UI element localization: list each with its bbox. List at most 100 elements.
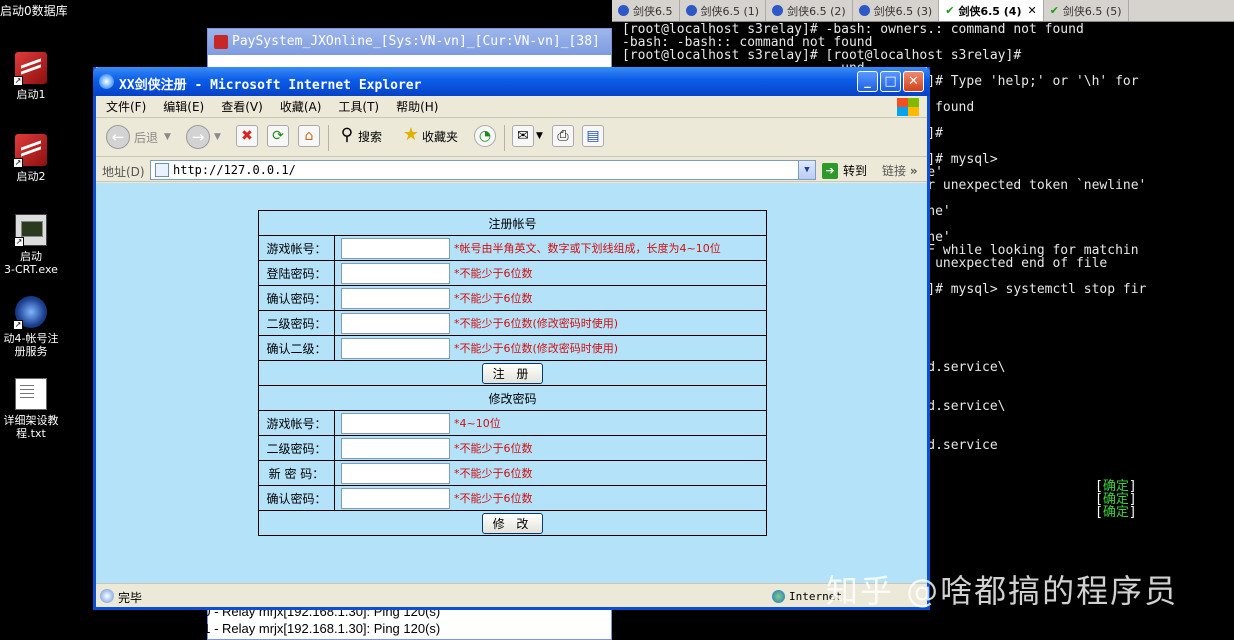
terminal-tab[interactable]: 剑侠6.5 (1) bbox=[680, 0, 767, 21]
form-row: 登陆密码： *不能少于6位数 bbox=[258, 260, 767, 286]
register-form: 注册帐号 游戏帐号： *帐号由半角英文、数字或下划线组成，长度为4~10位 登陆… bbox=[258, 210, 767, 536]
menu-edit[interactable]: 编辑(E) bbox=[163, 98, 204, 115]
change-secondary-input[interactable] bbox=[341, 437, 450, 459]
change-password-button[interactable]: 修 改 bbox=[481, 512, 544, 534]
register-header: 注册帐号 bbox=[258, 210, 767, 236]
desktop-icon-label: 启动2 bbox=[16, 170, 46, 183]
session-icon bbox=[772, 5, 784, 16]
field-label: 游戏帐号： bbox=[258, 410, 335, 436]
field-hint: *不能少于6位数 bbox=[454, 267, 533, 280]
toolbar: ← 后退 ▼ → ▼ ✖ ⟳ ⌂ ⚲ 搜索 ★ 收藏夹 ◔ ✉ ▼ ⎙ ▤ bbox=[96, 119, 927, 157]
maximize-button[interactable]: □ bbox=[880, 71, 901, 92]
star-icon: ★ bbox=[402, 124, 420, 145]
field-hint: *不能少于6位数 bbox=[454, 467, 533, 480]
forward-button[interactable]: → ▼ bbox=[186, 125, 221, 149]
desktop-icon-tutorial-txt[interactable]: 详细架设教 程.txt bbox=[0, 378, 62, 440]
forward-arrow-icon: → bbox=[186, 125, 210, 149]
home-icon: ⌂ bbox=[298, 125, 320, 147]
tab-label: 剑侠6.5 bbox=[633, 4, 673, 18]
edit-icon: ▤ bbox=[582, 125, 604, 147]
ie-window[interactable]: XX剑侠注册 - Microsoft Internet Explorer _ □… bbox=[93, 67, 930, 610]
back-button[interactable]: ← 后退 ▼ bbox=[106, 125, 171, 149]
form-row: 游戏帐号： *帐号由半角英文、数字或下划线组成，长度为4~10位 bbox=[258, 235, 767, 261]
desktop-icon-launch2[interactable]: ↗ 启动2 bbox=[0, 134, 62, 183]
secondary-password-input[interactable] bbox=[341, 312, 450, 334]
stop-button[interactable]: ✖ bbox=[236, 125, 258, 147]
account-input[interactable] bbox=[341, 237, 450, 259]
status-bar: 完毕 Internet bbox=[96, 583, 927, 607]
minimize-button[interactable]: _ bbox=[857, 71, 878, 92]
session-icon bbox=[685, 5, 697, 16]
terminal-tab[interactable]: 剑侠6.5 bbox=[612, 0, 680, 21]
confirm-new-password-input[interactable] bbox=[341, 487, 450, 509]
search-button[interactable]: ⚲ 搜索 bbox=[336, 125, 382, 147]
field-hint: *不能少于6位数 bbox=[454, 292, 533, 305]
edit-button[interactable]: ▤ bbox=[582, 125, 604, 147]
desktop-icon-label: 启动1 bbox=[16, 88, 46, 101]
menu-view[interactable]: 查看(V) bbox=[221, 98, 263, 115]
print-button[interactable]: ⎙ bbox=[552, 125, 574, 147]
chevron-down-icon[interactable]: ▼ bbox=[798, 161, 815, 179]
search-icon: ⚲ bbox=[340, 125, 354, 145]
register-button[interactable]: 注 册 bbox=[481, 362, 544, 384]
field-label: 确认密码： bbox=[258, 485, 335, 511]
links-button[interactable]: 链接 » bbox=[882, 162, 918, 179]
close-tab-icon[interactable]: ✕ bbox=[1027, 4, 1036, 17]
ie-logo-icon bbox=[99, 74, 114, 89]
desktop-icon-launch1[interactable]: ↗ 启动1 bbox=[0, 52, 62, 101]
address-bar: 地址(D) http://127.0.0.1/ ▼ ➔ 转到 链接 » bbox=[96, 158, 927, 182]
tab-label: 剑侠6.5 (2) bbox=[787, 4, 846, 18]
desktop-icon-securecrt[interactable]: ↗ 启动 3-CRT.exe bbox=[0, 214, 62, 276]
page-icon bbox=[155, 163, 169, 177]
new-password-input[interactable] bbox=[341, 462, 450, 484]
window-title: XX剑侠注册 - Microsoft Internet Explorer bbox=[119, 78, 422, 93]
confirm-secondary-input[interactable] bbox=[341, 337, 450, 359]
menu-file[interactable]: 文件(F) bbox=[106, 98, 146, 115]
change-password-header: 修改密码 bbox=[258, 385, 767, 411]
field-hint: *不能少于6位数 bbox=[454, 492, 533, 505]
field-label: 二级密码： bbox=[258, 435, 335, 461]
go-button[interactable]: ➔ 转到 bbox=[822, 162, 867, 179]
desktop-icon-account-service[interactable]: ↗ 动4-帐号注 册服务 bbox=[0, 296, 62, 358]
favorites-button[interactable]: ★ 收藏夹 bbox=[400, 125, 458, 147]
field-hint: *不能少于6位数(修改密码时使用) bbox=[454, 342, 619, 355]
form-row: 确认密码： *不能少于6位数 bbox=[258, 485, 767, 511]
windows-logo-icon bbox=[897, 98, 919, 116]
confirm-password-input[interactable] bbox=[341, 287, 450, 309]
password-input[interactable] bbox=[341, 262, 450, 284]
desktop-top-label[interactable]: 启动0数据库 bbox=[0, 2, 68, 19]
terminal-tab[interactable]: ✔ 剑侠6.5 (5) bbox=[1044, 0, 1129, 21]
form-row: 确认密码： *不能少于6位数 bbox=[258, 285, 767, 311]
address-input[interactable]: http://127.0.0.1/ ▼ bbox=[150, 160, 816, 180]
paysystem-icon bbox=[214, 35, 228, 49]
tab-label: 剑侠6.5 (4) bbox=[958, 4, 1022, 18]
change-account-input[interactable] bbox=[341, 412, 450, 434]
session-icon bbox=[618, 5, 629, 16]
refresh-button[interactable]: ⟳ bbox=[267, 125, 289, 147]
menu-favorites[interactable]: 收藏(A) bbox=[280, 98, 322, 115]
terminal-tab[interactable]: 剑侠6.5 (2) bbox=[766, 0, 853, 21]
menu-help[interactable]: 帮助(H) bbox=[396, 98, 438, 115]
home-button[interactable]: ⌂ bbox=[298, 125, 320, 147]
favorites-label: 收藏夹 bbox=[422, 129, 459, 144]
mail-button[interactable]: ✉ ▼ bbox=[512, 125, 543, 147]
history-button[interactable]: ◔ bbox=[474, 125, 496, 147]
field-hint: *不能少于6位数 bbox=[454, 442, 533, 455]
desktop-icon-label-2: 3-CRT.exe bbox=[4, 263, 58, 276]
terminal-tab[interactable]: 剑侠6.5 (3) bbox=[853, 0, 940, 21]
desktop-icon-label: 启动 bbox=[20, 250, 42, 263]
tab-label: 剑侠6.5 (1) bbox=[700, 4, 760, 18]
menu-tools[interactable]: 工具(T) bbox=[338, 98, 379, 115]
desktop-icon-label: 动4-帐号注 bbox=[3, 332, 59, 345]
ie-titlebar[interactable]: XX剑侠注册 - Microsoft Internet Explorer _ □… bbox=[93, 67, 930, 96]
server-launcher-icon: ↗ bbox=[13, 134, 47, 168]
terminal-tab-active[interactable]: ✔ 剑侠6.5 (4) ✕ bbox=[939, 0, 1044, 21]
check-icon: ✔ bbox=[945, 4, 955, 17]
close-button[interactable]: ✕ bbox=[903, 71, 924, 92]
back-arrow-icon: ← bbox=[106, 125, 130, 149]
desktop-icon-label-2: 程.txt bbox=[16, 427, 46, 440]
desktop: 启动0数据库 ↗ 启动1 ↗ 启动2 ↗ 启动 3-CRT.exe ↗ 动4-帐… bbox=[0, 0, 1234, 640]
form-row: 确认二级： *不能少于6位数(修改密码时使用) bbox=[258, 335, 767, 361]
tab-label: 剑侠6.5 (5) bbox=[1062, 4, 1122, 18]
field-hint: *不能少于6位数(修改密码时使用) bbox=[454, 317, 619, 330]
